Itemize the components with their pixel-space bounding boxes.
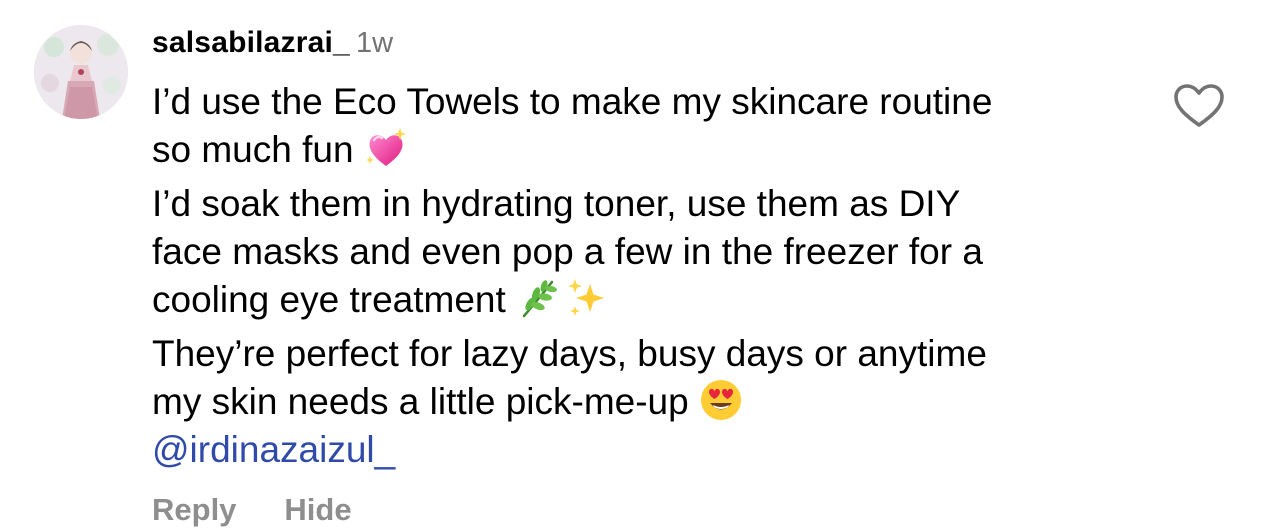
comment-header: salsabilazrai_ 1w xyxy=(152,26,393,66)
comment-body: I’d use the Eco Towels to make my skinca… xyxy=(152,78,1152,474)
like-button[interactable] xyxy=(1173,83,1225,129)
comment-paragraph: I’d use the Eco Towels to make my skinca… xyxy=(152,78,1152,174)
comment-line: I’d soak them in hydrating toner, use th… xyxy=(152,183,961,224)
heart-eyes-emoji xyxy=(700,380,741,420)
mention-link[interactable]: @irdinazaizul_ xyxy=(152,426,1152,474)
comment-line: They’re perfect for lazy days, busy days… xyxy=(152,333,987,374)
comment-line: so much fun xyxy=(152,129,354,170)
heart-outline-icon xyxy=(1174,84,1224,127)
comment: salsabilazrai_ 1w I’d use the Eco Towels … xyxy=(0,0,1280,528)
comment-line: I’d use the Eco Towels to make my skinca… xyxy=(152,81,993,122)
sparkling-heart-emoji xyxy=(365,128,406,166)
username[interactable]: salsabilazrai_ xyxy=(152,26,350,59)
comment-paragraph: I’d soak them in hydrating toner, use th… xyxy=(152,180,1152,324)
comment-line: face masks and even pop a few in the fre… xyxy=(152,231,983,272)
comment-line: my skin needs a little pick-me-up xyxy=(152,381,689,422)
reply-button[interactable]: Reply xyxy=(152,492,236,527)
herb-emoji xyxy=(522,280,557,318)
sparkles-emoji xyxy=(567,279,604,316)
hide-button[interactable]: Hide xyxy=(284,492,351,527)
comment-line: cooling eye treatment xyxy=(152,279,506,320)
comment-actions: Reply Hide xyxy=(152,492,352,528)
timestamp: 1w xyxy=(355,27,394,59)
avatar-image xyxy=(34,25,128,119)
comment-paragraph: They’re perfect for lazy days, busy days… xyxy=(152,330,1152,474)
avatar[interactable] xyxy=(34,25,128,119)
